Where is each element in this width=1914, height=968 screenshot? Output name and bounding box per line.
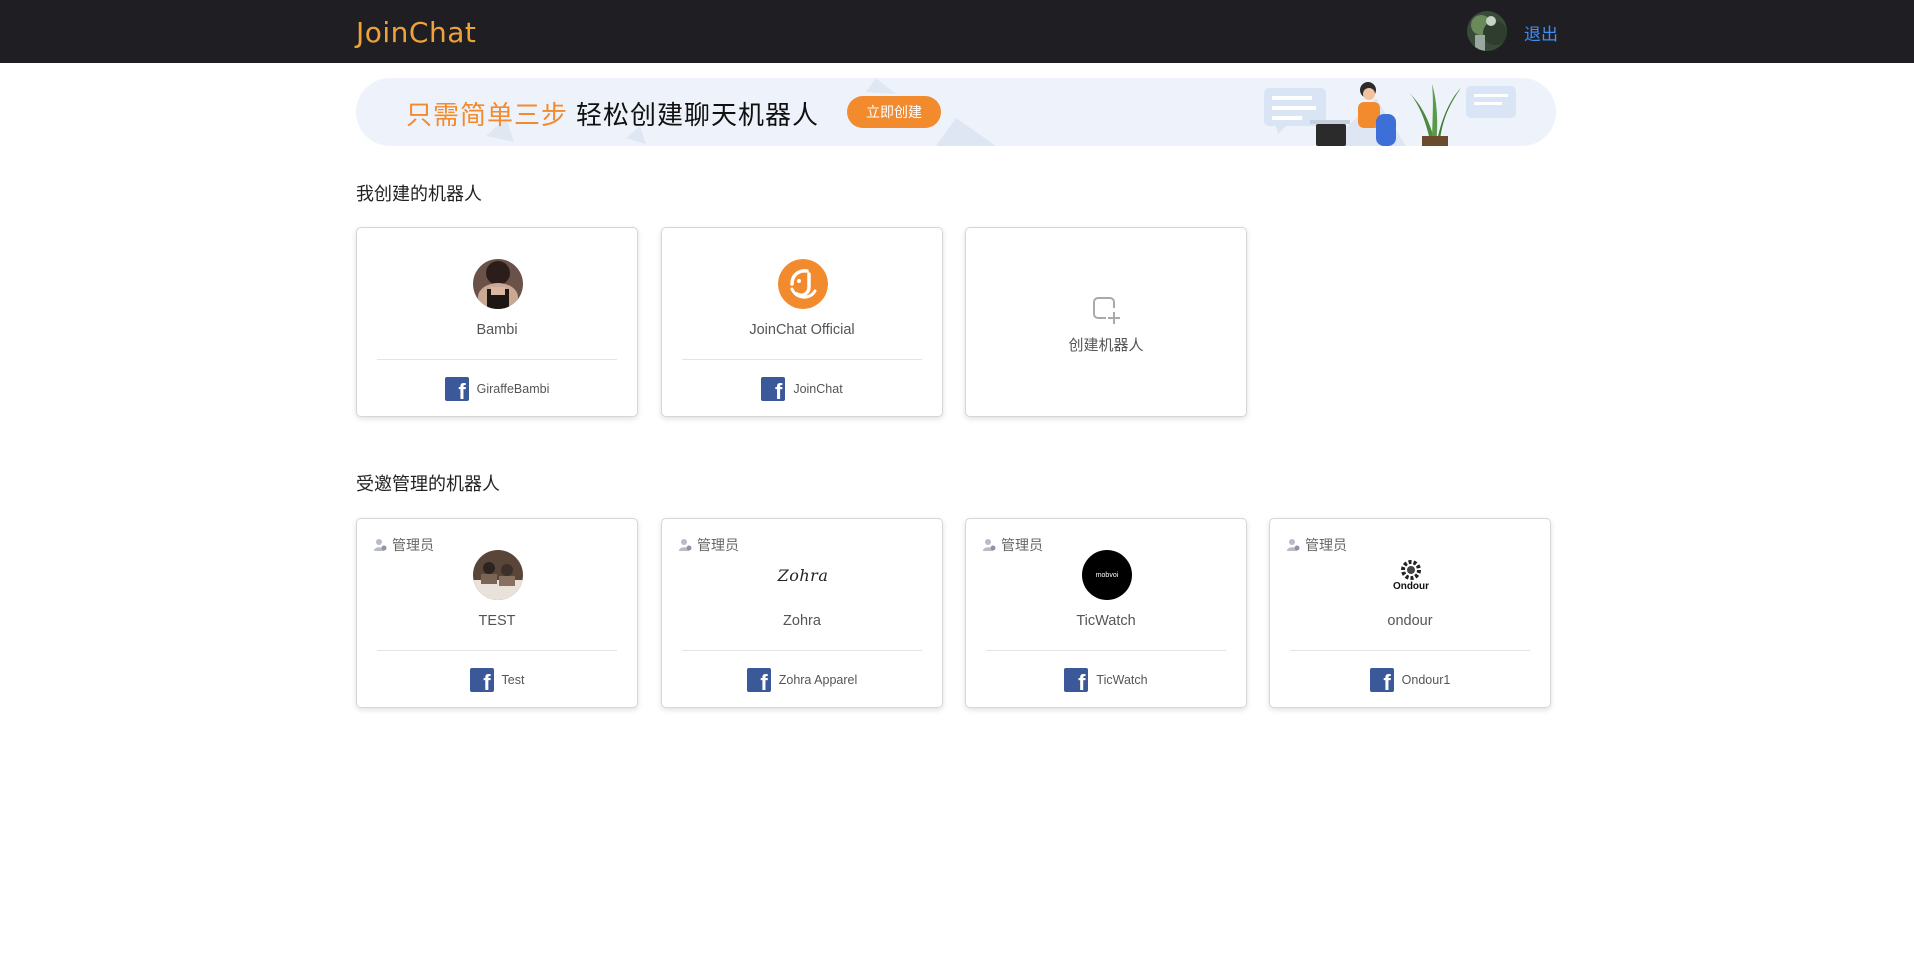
bot-name: TicWatch: [1076, 613, 1136, 629]
bot-avatar: mobvoi: [1082, 550, 1132, 600]
bot-avatar: Zohra: [768, 550, 838, 600]
bot-card-joinchat-official[interactable]: JoinChat Official f JoinChat: [661, 227, 943, 417]
admin-role: 管理员: [373, 535, 434, 555]
admin-role: 管理员: [1286, 535, 1347, 555]
ondour-logo-text: Ondour: [1392, 581, 1430, 592]
banner-highlight: 只需简单三步: [406, 100, 569, 130]
add-bot-icon: [1093, 297, 1120, 324]
facebook-icon: f: [1064, 668, 1089, 692]
bot-avatar: Ondour: [1386, 550, 1436, 600]
linked-page: f Ondour1: [1270, 668, 1550, 692]
invited-bots-title: 受邀管理的机器人: [356, 474, 500, 494]
bot-name: JoinChat Official: [749, 322, 855, 338]
linked-page: f TicWatch: [966, 668, 1246, 692]
bot-name: Bambi: [476, 322, 518, 338]
top-navbar: JoinChat 退出: [0, 0, 1914, 63]
linked-page: f GiraffeBambi: [357, 377, 637, 401]
user-icon: [983, 539, 996, 551]
bot-name: Zohra: [783, 613, 821, 629]
facebook-icon: f: [746, 668, 771, 692]
facebook-icon: f: [444, 377, 469, 401]
page-name: Zohra Apparel: [778, 673, 858, 687]
divider: [1290, 650, 1530, 651]
page-name: GiraffeBambi: [476, 382, 550, 396]
admin-role: 管理员: [678, 535, 739, 555]
page-name: TicWatch: [1096, 673, 1148, 687]
linked-page: f JoinChat: [662, 377, 942, 401]
role-label: 管理员: [1001, 537, 1043, 553]
linked-page: f Test: [357, 668, 637, 692]
divider: [377, 359, 617, 360]
divider: [682, 650, 922, 651]
create-bot-banner: 只需简单三步 轻松创建聊天机器人 立即创建: [356, 78, 1556, 146]
zohra-logo-text: Zohra: [777, 565, 829, 585]
bot-card-ticwatch[interactable]: 管理员 mobvoi TicWatch f TicWatch: [965, 518, 1247, 708]
create-now-button[interactable]: 立即创建: [847, 96, 941, 128]
gear-icon: [1401, 560, 1421, 580]
divider: [377, 650, 617, 651]
facebook-icon: f: [1369, 668, 1394, 692]
bot-card-zohra[interactable]: 管理员 Zohra Zohra f Zohra Apparel: [661, 518, 943, 708]
role-label: 管理员: [1305, 537, 1347, 553]
banner-illustration: [1264, 82, 1516, 146]
divider: [682, 359, 922, 360]
page-name: JoinChat: [793, 382, 843, 396]
bot-card-bambi[interactable]: Bambi f GiraffeBambi: [356, 227, 638, 417]
joinchat-logo[interactable]: JoinChat: [356, 15, 477, 49]
user-icon: [374, 539, 387, 551]
banner-text: 轻松创建聊天机器人: [576, 100, 820, 130]
page-name: Test: [501, 673, 525, 687]
linked-page: f Zohra Apparel: [662, 668, 942, 692]
role-label: 管理员: [392, 537, 434, 553]
my-bots-title: 我创建的机器人: [356, 184, 482, 204]
user-icon: [1287, 539, 1300, 551]
user-icon: [679, 539, 692, 551]
role-label: 管理员: [697, 537, 739, 553]
facebook-icon: f: [761, 377, 786, 401]
page-name: Ondour1: [1401, 673, 1451, 687]
facebook-icon: f: [469, 668, 494, 692]
divider: [986, 650, 1226, 651]
bot-avatar: [473, 259, 523, 309]
bot-avatar: [473, 550, 523, 600]
bot-card-ondour[interactable]: 管理员 Ondour ondour f Ondour1: [1269, 518, 1551, 708]
logout-link[interactable]: 退出: [1524, 20, 1558, 45]
bot-card-test[interactable]: 管理员 TEST f Test: [356, 518, 638, 708]
user-avatar[interactable]: [1467, 11, 1507, 51]
create-bot-card[interactable]: 创建机器人: [965, 227, 1247, 417]
bot-name: TEST: [478, 613, 516, 629]
bot-name: ondour: [1387, 613, 1433, 629]
create-bot-label: 创建机器人: [1068, 337, 1144, 354]
admin-role: 管理员: [982, 535, 1043, 555]
mobvoi-logo-text: mobvoi: [1095, 571, 1119, 579]
bot-avatar: [778, 259, 828, 309]
logo-text: JoinChat: [356, 15, 477, 49]
